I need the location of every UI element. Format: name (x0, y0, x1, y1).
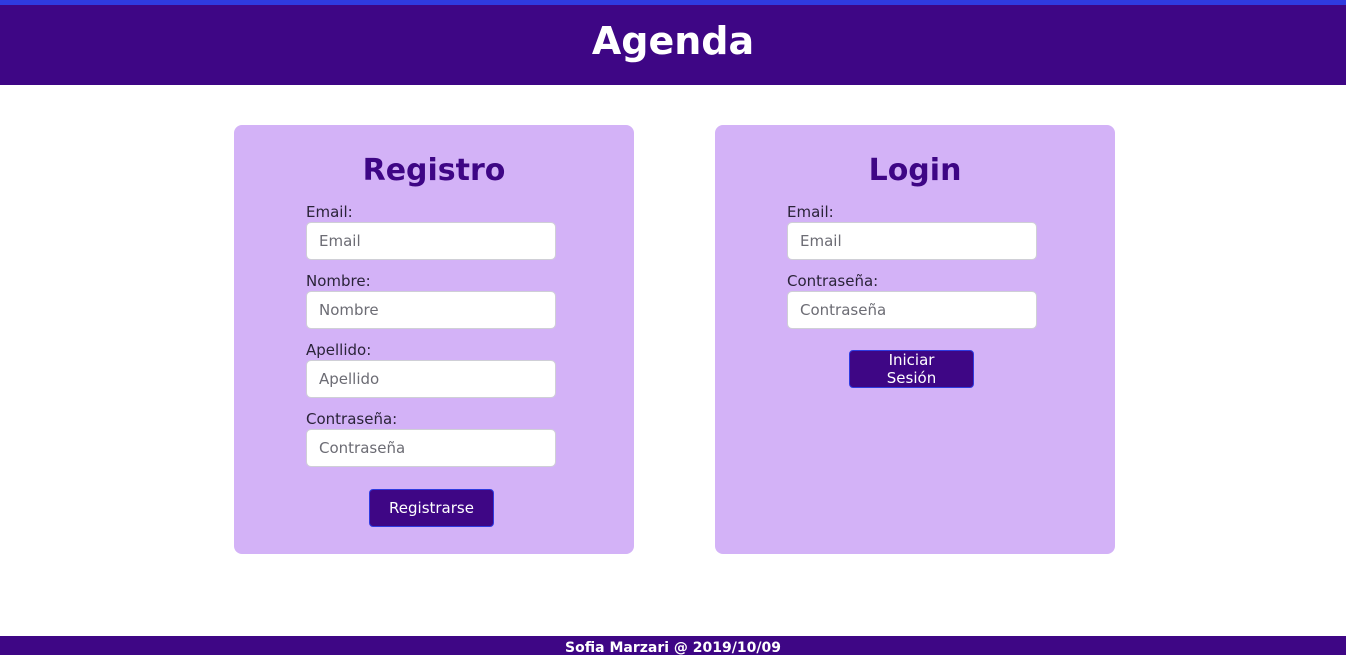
register-password-label: Contraseña: (306, 410, 398, 428)
login-card: Login Email: Contraseña: Iniciar Sesión (715, 125, 1115, 554)
login-password-group: Contraseña: (787, 272, 1037, 333)
register-password-group: Contraseña: (306, 410, 556, 471)
login-email-input[interactable] (787, 222, 1037, 260)
page-title: Agenda (591, 19, 755, 63)
login-button[interactable]: Iniciar Sesión (849, 350, 974, 388)
register-button[interactable]: Registrarse (369, 489, 494, 527)
login-email-label: Email: (787, 203, 834, 221)
login-password-input[interactable] (787, 291, 1037, 329)
register-apellido-group: Apellido: (306, 341, 556, 402)
login-password-label: Contraseña: (787, 272, 879, 290)
login-email-group: Email: (787, 203, 1037, 264)
register-email-input[interactable] (306, 222, 556, 260)
footer-text: Sofia Marzari @ 2019/10/09 (565, 640, 781, 655)
register-nombre-label: Nombre: (306, 272, 371, 290)
register-email-group: Email: (306, 203, 556, 264)
register-email-label: Email: (306, 203, 353, 221)
register-nombre-input[interactable] (306, 291, 556, 329)
register-apellido-input[interactable] (306, 360, 556, 398)
register-nombre-group: Nombre: (306, 272, 556, 333)
page-footer: Sofia Marzari @ 2019/10/09 (0, 636, 1346, 655)
register-card: Registro Email: Nombre: Apellido: Contra… (234, 125, 634, 554)
register-form: Email: Nombre: Apellido: Contraseña: (306, 203, 556, 479)
login-form: Email: Contraseña: (787, 203, 1037, 341)
login-title: Login (868, 153, 962, 188)
register-title: Registro (362, 153, 506, 188)
register-password-input[interactable] (306, 429, 556, 467)
page-header: Agenda (0, 5, 1346, 85)
register-apellido-label: Apellido: (306, 341, 372, 359)
